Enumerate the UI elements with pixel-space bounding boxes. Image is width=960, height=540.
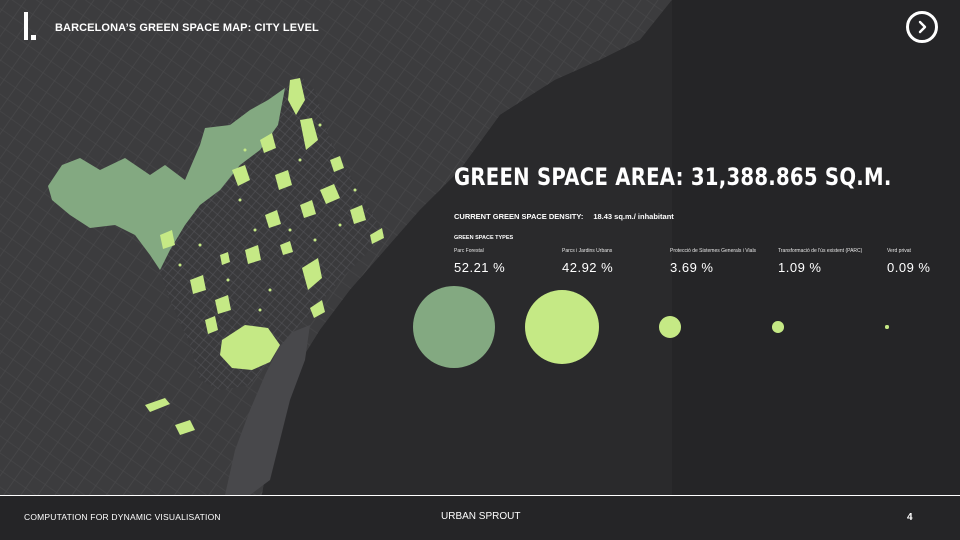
circle-verd-privat [885, 325, 889, 329]
type-parcs-jardins: Parcs i Jardins Urbans 42.92 % [562, 248, 613, 275]
footer-project-name: URBAN SPROUT [441, 511, 521, 522]
section-numeral-bar [24, 12, 28, 40]
circle-parc-forestal [413, 286, 495, 368]
green-space-types-label: GREEN SPACE TYPES [454, 235, 514, 241]
page-title: BARCELONA’S GREEN SPACE MAP: CITY LEVEL [55, 22, 319, 34]
type-transformacio: Transformació de l'ús existent (PARC) 1.… [778, 248, 862, 275]
type-name: Verd privat [887, 248, 911, 254]
density-value: 18.43 sq.m./ inhabitant [593, 212, 674, 221]
green-space-density: CURRENT GREEN SPACE DENSITY: 18.43 sq.m./… [454, 212, 674, 221]
type-parc-forestal: Parc Forestal 52.21 % [454, 248, 505, 275]
footer-course-title: COMPUTATION FOR DYNAMIC VISUALISATION [24, 512, 221, 522]
circle-proteccio-sistemes [659, 316, 681, 338]
type-percent: 52.21 % [454, 260, 506, 275]
type-percent: 42.92 % [562, 260, 614, 275]
circle-parcs-jardins [524, 289, 600, 365]
next-slide-button[interactable] [906, 11, 938, 43]
circle-transformacio [772, 321, 784, 333]
density-label: CURRENT GREEN SPACE DENSITY: [454, 212, 584, 221]
section-numeral-dot [31, 35, 36, 40]
type-percent: 0.09 % [887, 260, 931, 275]
type-name: Transformació de l'ús existent (PARC) [778, 248, 863, 254]
green-space-area-title: GREEN SPACE AREA: 31,388.865 SQ.M. [454, 163, 892, 191]
type-name: Protecció de Sistemes Generals i Vials [670, 248, 757, 254]
footer-divider [0, 495, 960, 496]
type-name: Parcs i Jardins Urbans [562, 248, 613, 254]
type-percent: 3.69 % [670, 260, 714, 275]
type-name: Parc Forestal [454, 248, 484, 254]
type-proteccio-sistemes: Protecció de Sistemes Generals i Vials 3… [670, 248, 756, 275]
page-number: 4 [907, 512, 913, 523]
type-verd-privat: Verd privat 0.09 % [887, 248, 930, 275]
chevron-right-icon [918, 20, 927, 34]
type-percent: 1.09 % [778, 260, 822, 275]
